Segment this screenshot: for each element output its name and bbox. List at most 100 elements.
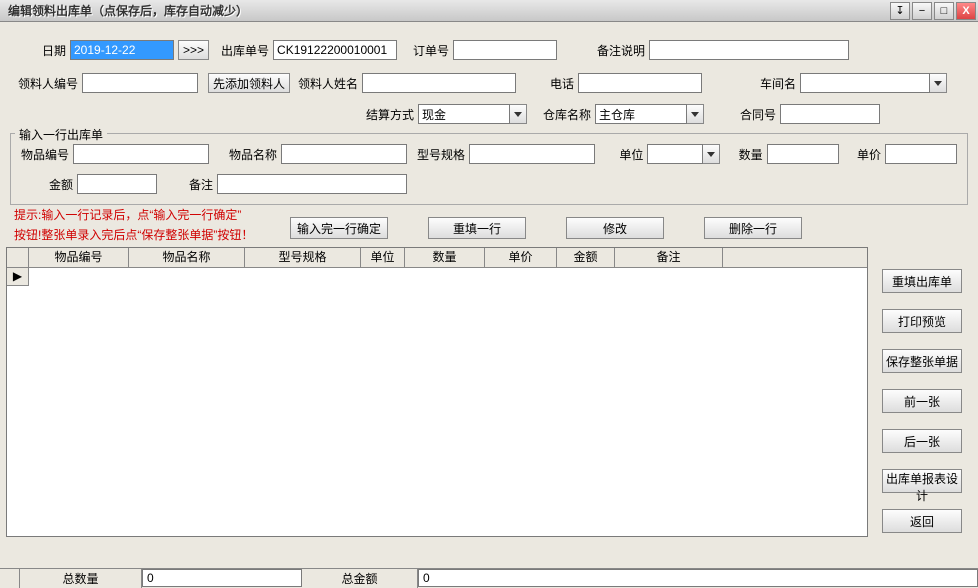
itemno-input[interactable] [73, 144, 209, 164]
window-titlebar: 编辑领料出库单（点保存后，库存自动减少） ↧ − □ X [0, 0, 978, 22]
itemno-label: 物品编号 [21, 146, 69, 163]
grid-header-0[interactable]: 物品编号 [29, 248, 129, 267]
receiverno-label: 领料人编号 [16, 75, 78, 92]
totalamt-label: 总金额 [302, 569, 418, 588]
settle-combo[interactable] [418, 104, 527, 124]
row-buttons: 输入完一行确定 重填一行 修改 删除一行 [280, 205, 802, 247]
contract-input[interactable] [780, 104, 880, 124]
side-button-4[interactable]: 后一张 [882, 429, 962, 453]
warehouse-input[interactable] [595, 104, 687, 124]
totalamt-value: 0 [418, 569, 978, 587]
delete-line-button[interactable]: 删除一行 [704, 217, 802, 239]
fieldset-legend: 输入一行出库单 [15, 126, 107, 143]
order-label: 订单号 [405, 42, 449, 59]
fieldset-row-2: 金额 备注 [17, 166, 961, 196]
remark-input[interactable] [217, 174, 407, 194]
price-label: 单价 [853, 146, 881, 163]
data-grid[interactable]: 物品编号物品名称型号规格单位数量单价金额备注 ▶ [6, 247, 868, 537]
grid-header-3[interactable]: 单位 [361, 248, 405, 267]
footer-bar: 总数量 0 总金额 0 [0, 568, 978, 588]
grid-header-5[interactable]: 单价 [485, 248, 557, 267]
pin-icon: ↧ [895, 4, 904, 17]
side-button-0[interactable]: 重填出库单 [882, 269, 962, 293]
side-button-2[interactable]: 保存整张单据 [882, 349, 962, 373]
chevron-down-icon [707, 152, 715, 157]
grid-header-4[interactable]: 数量 [405, 248, 485, 267]
hint-line2: 按钮!整张单录入完后点“保存整张单据”按钮！ [0, 225, 280, 245]
add-receiver-button[interactable]: 先添加领料人 [208, 73, 290, 93]
grid-marker-header [7, 248, 29, 267]
workshop-dropdown-button[interactable] [930, 73, 947, 93]
settle-dropdown-button[interactable] [510, 104, 527, 124]
unit-dropdown-button[interactable] [703, 144, 720, 164]
spec-input[interactable] [469, 144, 595, 164]
titlebar-buttons: ↧ − □ X [890, 2, 976, 20]
totalqty-value: 0 [142, 569, 302, 587]
pin-button[interactable]: ↧ [890, 2, 910, 20]
remarkdesc-input[interactable] [649, 40, 849, 60]
fieldset-row-1: 物品编号 物品名称 型号规格 单位 数量 单价 [17, 142, 961, 166]
workshop-combo[interactable] [800, 73, 947, 93]
grid-header-7[interactable]: 备注 [615, 248, 723, 267]
grid-header-row: 物品编号物品名称型号规格单位数量单价金额备注 [7, 248, 867, 268]
form-row-3: 结算方式 仓库名称 合同号 [0, 96, 978, 127]
itemname-input[interactable] [281, 144, 407, 164]
unit-label: 单位 [615, 146, 643, 163]
amount-label: 金额 [21, 176, 73, 193]
hint-line1: 提示:输入一行记录后，点“输入完一行确定” [0, 205, 280, 225]
maximize-button[interactable]: □ [934, 2, 954, 20]
form-row-1: 日期 >>> 出库单号 订单号 备注说明 [0, 22, 978, 63]
phone-input[interactable] [578, 73, 702, 93]
qty-label: 数量 [734, 146, 762, 163]
docno-input[interactable] [273, 40, 397, 60]
side-button-5[interactable]: 出库单报表设计 [882, 469, 962, 493]
grid-header-6[interactable]: 金额 [557, 248, 615, 267]
order-input[interactable] [453, 40, 557, 60]
amount-input[interactable] [77, 174, 157, 194]
minimize-button[interactable]: − [912, 2, 932, 20]
side-button-6[interactable]: 返回 [882, 509, 962, 533]
chevron-down-icon [514, 112, 522, 117]
content-area: 日期 >>> 出库单号 订单号 备注说明 领料人编号 先添加领料人 领料人姓名 … [0, 22, 978, 588]
grid-row[interactable]: ▶ [7, 268, 867, 286]
chevron-down-icon [691, 112, 699, 117]
docno-label: 出库单号 [217, 42, 269, 59]
hint-block: 提示:输入一行记录后，点“输入完一行确定” 按钮!整张单录入完后点“保存整张单据… [0, 205, 280, 247]
side-button-1[interactable]: 打印预览 [882, 309, 962, 333]
phone-label: 电话 [538, 75, 574, 92]
close-button[interactable]: X [956, 2, 976, 20]
grid-area: 物品编号物品名称型号规格单位数量单价金额备注 ▶ 重填出库单打印预览保存整张单据… [6, 247, 972, 537]
grid-header-1[interactable]: 物品名称 [129, 248, 245, 267]
warehouse-dropdown-button[interactable] [687, 104, 704, 124]
warehouse-combo[interactable] [595, 104, 704, 124]
receivername-label: 领料人姓名 [296, 75, 358, 92]
window-title: 编辑领料出库单（点保存后，库存自动减少） [2, 2, 890, 19]
receiverno-input[interactable] [82, 73, 198, 93]
workshop-input[interactable] [800, 73, 930, 93]
date-picker-button[interactable]: >>> [178, 40, 209, 60]
qty-input[interactable] [767, 144, 839, 164]
settle-input[interactable] [418, 104, 510, 124]
spec-label: 型号规格 [417, 146, 465, 163]
warehouse-label: 仓库名称 [535, 106, 591, 123]
price-input[interactable] [885, 144, 957, 164]
confirm-line-button[interactable]: 输入完一行确定 [290, 217, 388, 239]
side-button-3[interactable]: 前一张 [882, 389, 962, 413]
modify-button[interactable]: 修改 [566, 217, 664, 239]
close-icon: X [962, 5, 969, 17]
settle-label: 结算方式 [16, 106, 414, 123]
line-input-fieldset: 输入一行出库单 物品编号 物品名称 型号规格 单位 数量 单价 金额 备注 [10, 133, 968, 205]
totalqty-label: 总数量 [20, 569, 142, 588]
unit-combo[interactable] [647, 144, 720, 164]
remark-label: 备注 [175, 176, 213, 193]
chevron-down-icon [934, 81, 942, 86]
grid-header-2[interactable]: 型号规格 [245, 248, 361, 267]
receivername-input[interactable] [362, 73, 516, 93]
row-marker: ▶ [7, 268, 29, 286]
footer-spacer [0, 569, 20, 588]
unit-input[interactable] [647, 144, 703, 164]
date-input[interactable] [70, 40, 174, 60]
hint-and-buttons: 提示:输入一行记录后，点“输入完一行确定” 按钮!整张单录入完后点“保存整张单据… [0, 205, 978, 247]
refill-line-button[interactable]: 重填一行 [428, 217, 526, 239]
date-label: 日期 [16, 42, 66, 59]
